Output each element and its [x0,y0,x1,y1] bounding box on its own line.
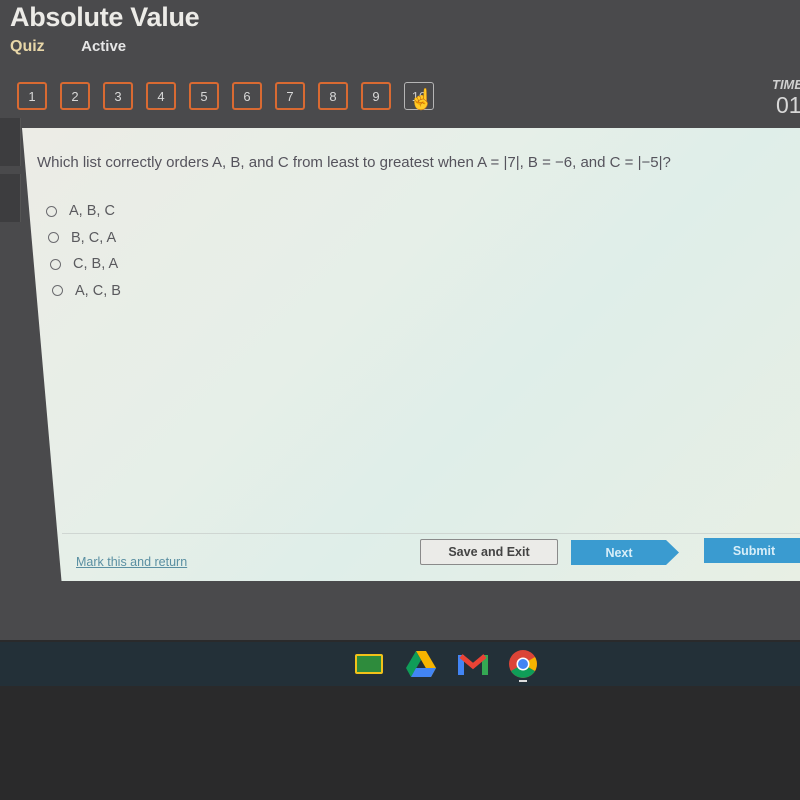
timer-value: 01 [776,92,800,118]
question-navigator: 1 2 3 4 5 6 7 8 9 10 ☝ [17,82,434,111]
next-button[interactable]: Next [571,540,679,565]
taskbar [0,642,800,686]
question-nav-button[interactable]: 3 [103,82,133,110]
page-title: Absolute Value [10,2,200,32]
side-tab[interactable] [0,174,21,222]
question-nav-button[interactable]: 7 [275,82,305,110]
google-classroom-icon[interactable] [354,650,384,678]
question-card: Which list correctly orders A, B, and C … [22,128,800,581]
option-label: C, B, A [73,256,119,273]
radio-button[interactable] [46,205,57,217]
question-nav-button[interactable]: 5 [189,82,219,110]
submit-button[interactable]: Submit [704,538,800,563]
answer-option[interactable]: A, C, B [52,278,121,305]
radio-button[interactable] [50,258,61,270]
mark-and-return-link[interactable]: Mark this and return [76,555,187,569]
quiz-app: Absolute Value Quiz Active 1 2 3 4 5 6 7… [0,0,800,640]
question-nav-button[interactable]: 2 [60,82,90,110]
chrome-icon[interactable] [508,650,538,678]
option-label: A, B, C [69,203,115,220]
answer-option[interactable]: A, B, C [46,198,121,225]
running-indicator [519,680,527,682]
header-tabs: Quiz Active [10,38,126,56]
question-nav-button[interactable]: 8 [318,82,348,110]
radio-button[interactable] [52,285,63,297]
option-label: B, C, A [71,229,117,246]
question-nav-button-current[interactable]: 10 ☝ [404,82,434,111]
status-active: Active [81,38,127,55]
google-drive-icon[interactable] [406,650,436,678]
question-nav-button[interactable]: 9 [361,82,391,110]
question-text: Which list correctly orders A, B, and C … [37,154,671,171]
answer-option[interactable]: B, C, A [48,225,121,252]
option-label: A, C, B [75,282,121,299]
answer-option[interactable]: C, B, A [50,251,121,278]
timer-label: TIME [772,77,800,92]
gmail-icon[interactable] [458,650,488,678]
tab-quiz[interactable]: Quiz [10,38,45,55]
radio-button[interactable] [48,232,59,244]
question-nav-button[interactable]: 1 [17,82,47,110]
answer-options: A, B, C B, C, A C, B, A A, C, B [46,198,121,304]
side-tab[interactable] [0,118,21,166]
question-nav-button[interactable]: 6 [232,82,262,110]
hand-cursor-icon: ☝ [409,89,434,111]
save-and-exit-button[interactable]: Save and Exit [420,539,558,565]
question-nav-button[interactable]: 4 [146,82,176,110]
footer-divider [62,533,800,534]
